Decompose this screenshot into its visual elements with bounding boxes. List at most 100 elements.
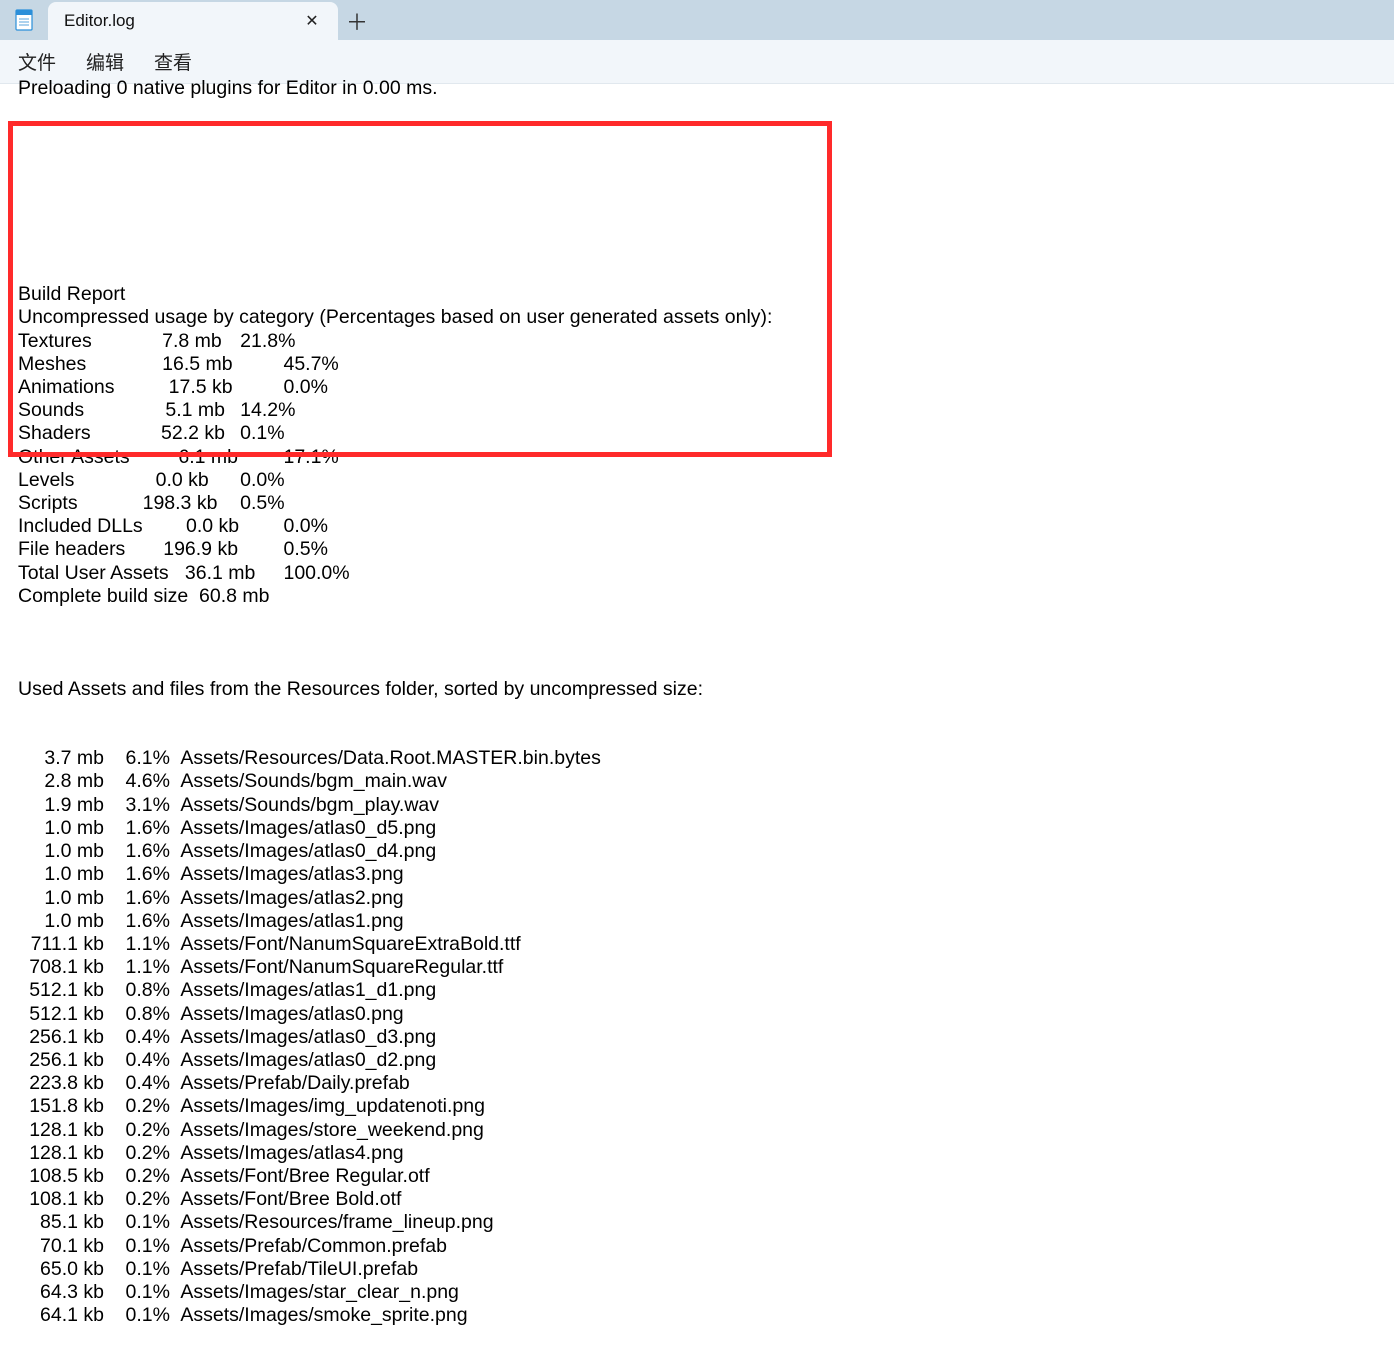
asset-size: 85.1 kb — [18, 1211, 104, 1234]
asset-pct: 1.1% — [104, 956, 176, 979]
asset-path: Assets/Font/Bree Regular.otf — [176, 1165, 430, 1188]
asset-size: 64.1 kb — [18, 1304, 104, 1327]
asset-pct: 0.1% — [104, 1258, 176, 1281]
new-tab-button[interactable]: ＋ — [338, 2, 376, 40]
asset-path: Assets/Prefab/Common.prefab — [176, 1235, 447, 1258]
asset-row: 128.1 kb0.2% Assets/Images/store_weekend… — [0, 1119, 1394, 1142]
notepad-app-icon — [0, 0, 48, 40]
asset-pct: 0.1% — [104, 1235, 176, 1258]
asset-pct: 0.2% — [104, 1119, 176, 1142]
asset-pct: 0.8% — [104, 1003, 176, 1026]
asset-size: 1.0 mb — [18, 910, 104, 933]
close-icon[interactable]: ✕ — [300, 9, 324, 33]
asset-row: 1.9 mb3.1% Assets/Sounds/bgm_play.wav — [0, 794, 1394, 817]
asset-pct: 0.2% — [104, 1188, 176, 1211]
used-assets-header: Used Assets and files from the Resources… — [0, 678, 1394, 701]
asset-row: 1.0 mb1.6% Assets/Images/atlas0_d5.png — [0, 817, 1394, 840]
asset-pct: 0.2% — [104, 1165, 176, 1188]
tab-editor-log[interactable]: Editor.log ✕ — [48, 2, 338, 40]
asset-size: 1.0 mb — [18, 840, 104, 863]
asset-path: Assets/Font/NanumSquareExtraBold.ttf — [176, 933, 521, 956]
asset-row: 1.0 mb1.6% Assets/Images/atlas0_d4.png — [0, 840, 1394, 863]
asset-path: Assets/Resources/Data.Root.MASTER.bin.by… — [176, 747, 601, 770]
asset-row: 64.3 kb0.1% Assets/Images/star_clear_n.p… — [0, 1281, 1394, 1304]
asset-row: 128.1 kb0.2% Assets/Images/atlas4.png — [0, 1142, 1394, 1165]
menu-file[interactable]: 文件 — [18, 48, 56, 75]
tab-title: Editor.log — [64, 11, 300, 31]
asset-size: 708.1 kb — [18, 956, 104, 979]
asset-row: 223.8 kb0.4% Assets/Prefab/Daily.prefab — [0, 1072, 1394, 1095]
log-line-preloading: Preloading 0 native plugins for Editor i… — [18, 77, 438, 100]
asset-path: Assets/Images/atlas0_d5.png — [176, 817, 436, 840]
asset-path: Assets/Images/atlas3.png — [176, 863, 404, 886]
asset-row: 65.0 kb0.1% Assets/Prefab/TileUI.prefab — [0, 1258, 1394, 1281]
asset-size: 3.7 mb — [18, 747, 104, 770]
asset-size: 108.1 kb — [18, 1188, 104, 1211]
asset-path: Assets/Resources/frame_lineup.png — [176, 1211, 494, 1234]
asset-size: 108.5 kb — [18, 1165, 104, 1188]
asset-pct: 3.1% — [104, 794, 176, 817]
asset-path: Assets/Images/atlas2.png — [176, 887, 404, 910]
asset-row: 1.0 mb1.6% Assets/Images/atlas1.png — [0, 910, 1394, 933]
asset-pct: 1.6% — [104, 910, 176, 933]
asset-row: 3.7 mb6.1% Assets/Resources/Data.Root.MA… — [0, 747, 1394, 770]
asset-path: Assets/Font/NanumSquareRegular.ttf — [176, 956, 503, 979]
asset-size: 223.8 kb — [18, 1072, 104, 1095]
asset-row: 512.1 kb0.8% Assets/Images/atlas0.png — [0, 1003, 1394, 1026]
asset-pct: 0.1% — [104, 1211, 176, 1234]
asset-row: 512.1 kb0.8% Assets/Images/atlas1_d1.png — [0, 979, 1394, 1002]
asset-pct: 1.6% — [104, 817, 176, 840]
asset-size: 1.0 mb — [18, 817, 104, 840]
asset-row: 1.0 mb1.6% Assets/Images/atlas3.png — [0, 863, 1394, 886]
asset-row: 2.8 mb4.6% Assets/Sounds/bgm_main.wav — [0, 770, 1394, 793]
asset-row: 256.1 kb0.4% Assets/Images/atlas0_d2.png — [0, 1049, 1394, 1072]
asset-row: 708.1 kb1.1% Assets/Font/NanumSquareRegu… — [0, 956, 1394, 979]
asset-row: 1.0 mb1.6% Assets/Images/atlas2.png — [0, 887, 1394, 910]
asset-size: 1.0 mb — [18, 887, 104, 910]
asset-pct: 0.4% — [104, 1026, 176, 1049]
asset-row: 108.1 kb0.2% Assets/Font/Bree Bold.otf — [0, 1188, 1394, 1211]
asset-size: 70.1 kb — [18, 1235, 104, 1258]
asset-size: 256.1 kb — [18, 1026, 104, 1049]
asset-pct: 1.6% — [104, 887, 176, 910]
titlebar: Editor.log ✕ ＋ — [0, 0, 1394, 40]
build-report-block: Build Report Uncompressed usage by categ… — [0, 223, 1394, 608]
asset-path: Assets/Images/img_updatenoti.png — [176, 1095, 485, 1118]
asset-path: Assets/Images/atlas1_d1.png — [176, 979, 436, 1002]
asset-size: 711.1 kb — [18, 933, 104, 956]
asset-pct: 0.1% — [104, 1304, 176, 1327]
asset-pct: 0.4% — [104, 1049, 176, 1072]
asset-size: 128.1 kb — [18, 1119, 104, 1142]
menu-view[interactable]: 查看 — [154, 48, 192, 75]
asset-pct: 1.6% — [104, 840, 176, 863]
asset-row: 108.5 kb0.2% Assets/Font/Bree Regular.ot… — [0, 1165, 1394, 1188]
asset-row: 85.1 kb0.1% Assets/Resources/frame_lineu… — [0, 1211, 1394, 1234]
asset-path: Assets/Images/atlas0.png — [176, 1003, 404, 1026]
asset-pct: 0.2% — [104, 1095, 176, 1118]
asset-path: Assets/Images/store_weekend.png — [176, 1119, 484, 1142]
asset-path: Assets/Images/atlas0_d3.png — [176, 1026, 436, 1049]
asset-size: 64.3 kb — [18, 1281, 104, 1304]
asset-path: Assets/Images/atlas0_d2.png — [176, 1049, 436, 1072]
asset-size: 151.8 kb — [18, 1095, 104, 1118]
assets-list: 3.7 mb6.1% Assets/Resources/Data.Root.MA… — [0, 747, 1394, 1327]
asset-pct: 0.8% — [104, 979, 176, 1002]
asset-path: Assets/Prefab/Daily.prefab — [176, 1072, 410, 1095]
asset-size: 512.1 kb — [18, 979, 104, 1002]
menu-edit[interactable]: 编辑 — [86, 48, 124, 75]
asset-size: 2.8 mb — [18, 770, 104, 793]
asset-path: Assets/Images/star_clear_n.png — [176, 1281, 459, 1304]
asset-path: Assets/Prefab/TileUI.prefab — [176, 1258, 418, 1281]
asset-path: Assets/Sounds/bgm_play.wav — [176, 794, 439, 817]
asset-path: Assets/Sounds/bgm_main.wav — [176, 770, 447, 793]
asset-size: 512.1 kb — [18, 1003, 104, 1026]
asset-path: Assets/Images/atlas4.png — [176, 1142, 404, 1165]
asset-pct: 1.6% — [104, 863, 176, 886]
asset-path: Assets/Images/atlas0_d4.png — [176, 840, 436, 863]
asset-size: 1.9 mb — [18, 794, 104, 817]
asset-pct: 0.2% — [104, 1142, 176, 1165]
asset-path: Assets/Font/Bree Bold.otf — [176, 1188, 401, 1211]
asset-row: 70.1 kb0.1% Assets/Prefab/Common.prefab — [0, 1235, 1394, 1258]
asset-size: 256.1 kb — [18, 1049, 104, 1072]
text-content[interactable]: Preloading 0 native plugins for Editor i… — [0, 84, 1394, 1351]
